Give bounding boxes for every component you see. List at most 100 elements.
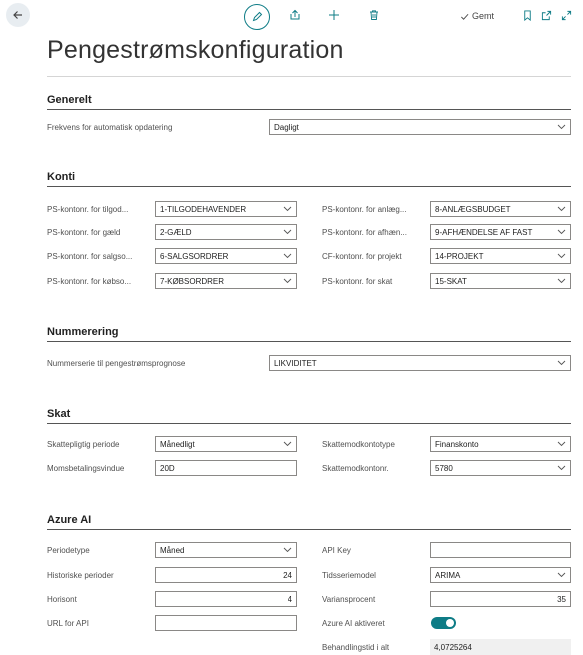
konti-right-label-row: PS-kontonr. for afhæn... (322, 224, 428, 240)
chevron-down-icon (556, 252, 566, 260)
variance-percent-input[interactable]: 35 (430, 591, 571, 607)
chevron-down-icon (556, 464, 566, 472)
konti-left-label-row: PS-kontonr. for tilgod... (47, 201, 153, 217)
horizon-input[interactable]: 4 (155, 591, 297, 607)
back-button[interactable] (6, 3, 30, 27)
section-title[interactable]: Generelt (47, 94, 571, 110)
konti-left-label-row: PS-kontonr. for købso... (47, 273, 153, 289)
chevron-down-icon (556, 440, 566, 448)
open-new-window-button[interactable] (535, 4, 557, 26)
vat-window-input[interactable]: 20D (155, 460, 297, 476)
api-url-input[interactable] (155, 615, 297, 631)
field-row-number-series: Nummerserie til pengestrømsprognose (47, 355, 267, 371)
konti-left-select[interactable]: 7-KØBSORDRER (155, 273, 297, 289)
tax-counter-no-select[interactable]: 5780 (430, 460, 571, 476)
section-title[interactable]: Nummerering (47, 326, 571, 342)
expand-icon (561, 10, 571, 20)
field-row-period-type: Periodetype (47, 542, 153, 558)
tax-period-select[interactable]: Månedligt (155, 436, 297, 452)
section-azure-ai: Azure AI (47, 514, 571, 530)
chevron-down-icon (556, 277, 566, 285)
share-icon (290, 9, 300, 20)
tax-period-label: Skattepligtig periode (47, 439, 153, 449)
title-divider (47, 76, 571, 77)
expand-button[interactable] (555, 4, 577, 26)
tax-counter-type-select[interactable]: Finanskonto (430, 436, 571, 452)
field-row-api-url: URL for API (47, 615, 153, 631)
historical-periods-input[interactable]: 24 (155, 567, 297, 583)
action-bar: Gemt (0, 0, 583, 34)
section-title[interactable]: Azure AI (47, 514, 571, 530)
bookmark-icon (523, 9, 531, 21)
field-row-tax-counter-no: Skattemodkontonr. (322, 460, 428, 476)
pencil-icon (252, 11, 263, 22)
total-processing-time-label: Behandlingstid i alt (322, 642, 428, 652)
field-row-api-key: API Key (322, 542, 428, 558)
frequency-select[interactable]: Dagligt (269, 119, 571, 135)
page-title: Pengestrømskonfiguration (47, 36, 344, 64)
konti-right-label: PS-kontonr. for afhæn... (322, 227, 428, 237)
saved-label: Gemt (472, 11, 495, 21)
number-series-select[interactable]: LIKVIDITET (269, 355, 571, 371)
tax-counter-type-label: Skattemodkontotype (322, 439, 428, 449)
plus-icon (329, 10, 339, 20)
chevron-down-icon (556, 359, 566, 367)
period-type-label: Periodetype (47, 545, 153, 555)
field-row-variance-percent: Variansprocent (322, 591, 428, 607)
number-series-label: Nummerserie til pengestrømsprognose (47, 358, 267, 368)
konti-right-select[interactable]: 15-SKAT (430, 273, 571, 289)
konti-right-label: CF-kontonr. for projekt (322, 251, 428, 261)
section-title[interactable]: Konti (47, 171, 571, 187)
konti-left-select[interactable]: 6-SALGSORDRER (155, 248, 297, 264)
chevron-down-icon (556, 571, 566, 579)
field-row-tax-period: Skattepligtig periode (47, 436, 153, 452)
variance-percent-label: Variansprocent (322, 594, 428, 604)
time-series-model-label: Tidsseriemodel (322, 570, 428, 580)
konti-left-select[interactable]: 2-GÆLD (155, 224, 297, 240)
delete-button[interactable] (363, 4, 385, 26)
api-url-label: URL for API (47, 618, 153, 628)
konti-left-label: PS-kontonr. for købso... (47, 276, 153, 286)
period-type-select[interactable]: Måned (155, 542, 297, 558)
chevron-down-icon (556, 123, 566, 131)
vat-window-label: Momsbetalingsvindue (47, 463, 153, 473)
toggle-knob (446, 619, 454, 627)
field-row-azure-enabled: Azure AI aktiveret (322, 615, 428, 631)
saved-status: Gemt (460, 11, 494, 21)
chevron-down-icon (282, 277, 292, 285)
konti-right-select[interactable]: 14-PROJEKT (430, 248, 571, 264)
chevron-down-icon (282, 546, 292, 554)
section-generelt: Generelt (47, 94, 571, 110)
konti-right-label-row: CF-kontonr. for projekt (322, 248, 428, 264)
section-konti: Konti (47, 171, 571, 187)
azure-enabled-toggle[interactable] (431, 617, 456, 629)
konti-left-label: PS-kontonr. for salgso... (47, 251, 153, 261)
historical-periods-label: Historiske perioder (47, 570, 153, 580)
section-title[interactable]: Skat (47, 408, 571, 424)
chevron-down-icon (556, 205, 566, 213)
frequency-label: Frekvens for automatisk opdatering (47, 122, 267, 132)
field-row-time-series-model: Tidsseriemodel (322, 567, 428, 583)
konti-right-select[interactable]: 8-ANLÆGSBUDGET (430, 201, 571, 217)
chevron-down-icon (282, 205, 292, 213)
field-row-vat-window: Momsbetalingsvindue (47, 460, 153, 476)
konti-left-label-row: PS-kontonr. for gæld (47, 224, 153, 240)
popout-icon (541, 10, 551, 20)
tax-counter-no-label: Skattemodkontonr. (322, 463, 428, 473)
chevron-down-icon (282, 228, 292, 236)
time-series-model-select[interactable]: ARIMA (430, 567, 571, 583)
field-row-tax-counter-type: Skattemodkontotype (322, 436, 428, 452)
field-row-horizon: Horisont (47, 591, 153, 607)
api-key-input[interactable] (430, 542, 571, 558)
new-button[interactable] (323, 4, 345, 26)
konti-right-select[interactable]: 9-AFHÆNDELSE AF FAST (430, 224, 571, 240)
edit-button[interactable] (244, 4, 270, 30)
field-row-frequency: Frekvens for automatisk opdatering (47, 119, 267, 135)
konti-left-select[interactable]: 1-TILGODEHAVENDER (155, 201, 297, 217)
horizon-label: Horisont (47, 594, 153, 604)
konti-left-label: PS-kontonr. for gæld (47, 227, 153, 237)
checkmark-icon (461, 13, 469, 20)
api-key-label: API Key (322, 545, 428, 555)
konti-right-label-row: PS-kontonr. for anlæg... (322, 201, 428, 217)
share-button[interactable] (284, 4, 306, 26)
